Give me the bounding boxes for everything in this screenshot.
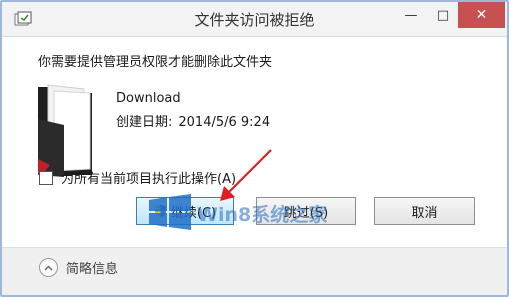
close-button[interactable]: ✕ bbox=[458, 2, 505, 28]
title-bar[interactable]: 文件夹访问被拒绝 — □ ✕ bbox=[2, 2, 507, 37]
apply-to-all-row[interactable]: 为所有当前项目执行此操作(A) bbox=[39, 168, 236, 187]
created-value: 2014/5/6 9:24 bbox=[178, 115, 271, 130]
file-name: Download bbox=[116, 91, 181, 106]
apply-to-all-label[interactable]: 为所有当前项目执行此操作(A) bbox=[61, 168, 236, 187]
details-toggle[interactable]: 简略信息 bbox=[39, 258, 118, 277]
skip-label: 跳过(S) bbox=[283, 205, 329, 221]
minimize-icon: — bbox=[404, 7, 418, 23]
dialog-content: 你需要提供管理员权限才能删除此文件夹 Download 创建日期: 2014/5/… bbox=[2, 37, 507, 247]
minimize-button[interactable]: — bbox=[393, 2, 429, 28]
dialog-footer: 简略信息 bbox=[2, 247, 507, 295]
maximize-icon: □ bbox=[436, 7, 450, 23]
close-icon: ✕ bbox=[475, 7, 488, 23]
continue-label: 继续(C) bbox=[170, 205, 217, 221]
cancel-button[interactable]: 取消 bbox=[374, 197, 475, 225]
folder-icon bbox=[38, 84, 92, 177]
cancel-label: 取消 bbox=[411, 205, 438, 221]
dialog-window: 文件夹访问被拒绝 — □ ✕ 你需要提供管理员权限才能删除此文件夹 Downlo… bbox=[0, 0, 509, 297]
continue-button[interactable]: 继续(C) bbox=[136, 197, 234, 225]
uac-shield-icon bbox=[154, 204, 166, 218]
skip-button[interactable]: 跳过(S) bbox=[256, 197, 356, 225]
created-label: 创建日期: bbox=[116, 115, 173, 130]
created-date: 创建日期: 2014/5/6 9:24 bbox=[116, 111, 270, 130]
apply-to-all-checkbox[interactable] bbox=[39, 170, 53, 185]
chevron-up-icon[interactable] bbox=[39, 258, 58, 277]
maximize-button[interactable]: □ bbox=[425, 2, 461, 28]
permission-message: 你需要提供管理员权限才能删除此文件夹 bbox=[38, 55, 273, 70]
details-label[interactable]: 简略信息 bbox=[66, 258, 118, 277]
